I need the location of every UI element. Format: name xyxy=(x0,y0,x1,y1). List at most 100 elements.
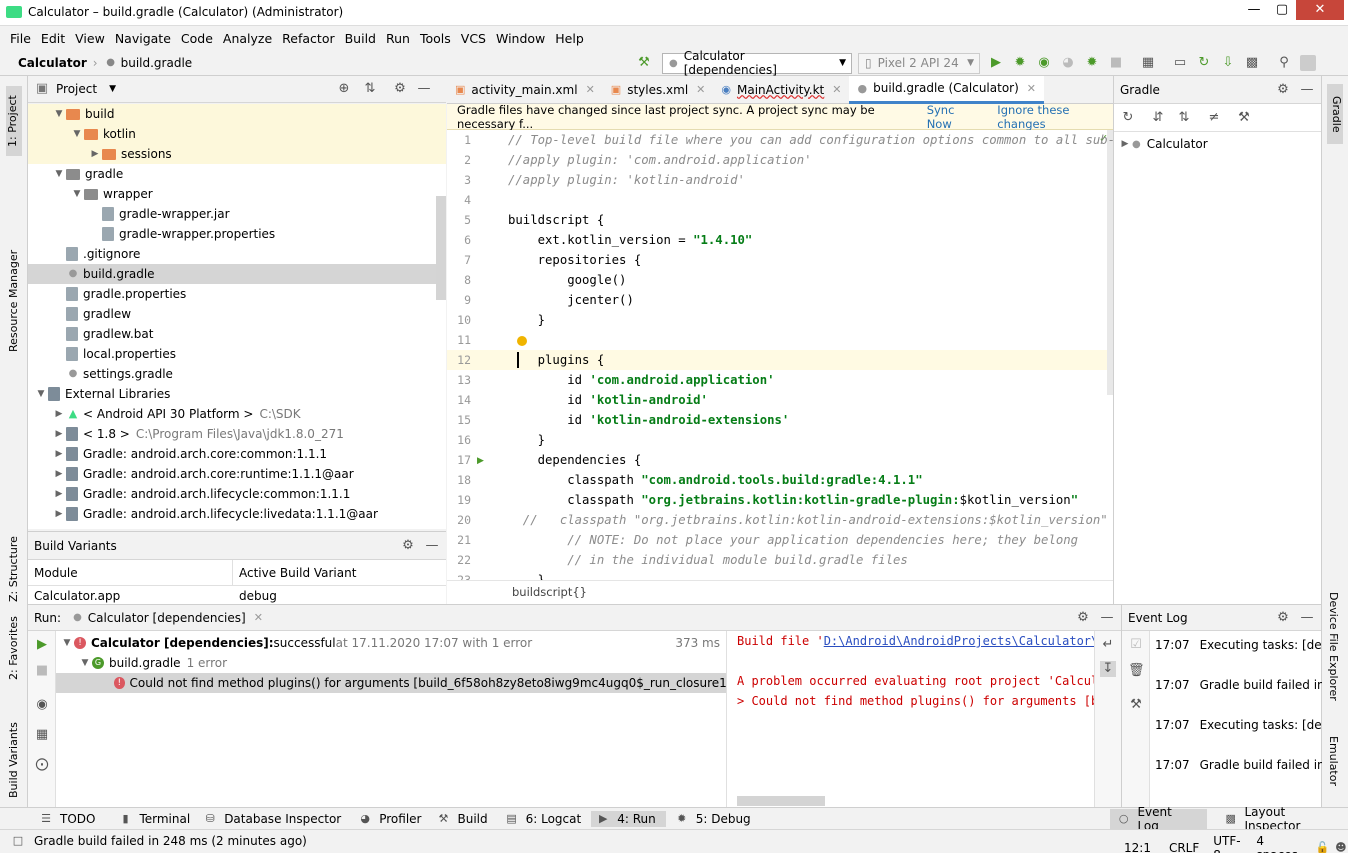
project-view-select[interactable]: Project xyxy=(56,82,97,96)
menu-refactor[interactable]: Refactor xyxy=(282,31,334,46)
expand-arrow-icon[interactable]: ▶ xyxy=(52,409,66,419)
hide-icon[interactable]: — xyxy=(1299,610,1315,626)
chevron-down-icon[interactable]: ▼ xyxy=(109,84,116,94)
maximize-icon[interactable]: ▢ xyxy=(1268,0,1296,20)
editor-tab[interactable]: ▣ activity_main.xml ✕ xyxy=(447,76,603,104)
trash-icon[interactable]: 🗑 xyxy=(1128,663,1145,679)
tree-item[interactable]: ● settings.gradle xyxy=(28,364,446,384)
tool-todo[interactable]: TODO xyxy=(60,812,95,826)
column-header-variant[interactable]: Active Build Variant xyxy=(233,566,356,580)
hide-icon[interactable]: — xyxy=(424,538,440,554)
tree-item[interactable]: ● build.gradle xyxy=(28,264,446,284)
tool-window-emulator[interactable]: Emulator xyxy=(1327,736,1340,796)
caret-position[interactable]: 12:1 xyxy=(1124,841,1151,853)
tool-window-build-variants[interactable]: Build Variants xyxy=(7,708,20,798)
wrench-icon[interactable]: ⚒ xyxy=(1128,697,1144,713)
gear-icon[interactable]: ⚙ xyxy=(392,81,408,97)
console-output[interactable]: Build file 'D:\Android\AndroidProjects\C… xyxy=(726,631,1094,808)
stop-icon[interactable]: ■ xyxy=(1108,55,1124,71)
indent-setting[interactable]: 4 spaces xyxy=(1256,834,1303,853)
run-tree-root[interactable]: ▼ ! Calculator [dependencies]: successfu… xyxy=(56,633,726,653)
tree-item[interactable]: ▶ < 1.8 > C:\Program Files\Java\jdk1.8.0_2… xyxy=(28,424,446,444)
coverage-icon[interactable]: ◉ xyxy=(1036,55,1052,71)
close-tab-icon[interactable]: ✕ xyxy=(832,83,841,96)
inspector-icon[interactable]: ☻ xyxy=(1334,840,1348,853)
line-separator[interactable]: CRLF xyxy=(1169,841,1199,853)
profile-icon[interactable]: ◕ xyxy=(1060,55,1076,71)
tool-window-gradle[interactable]: Gradle xyxy=(1327,84,1343,144)
minimize-icon[interactable]: — xyxy=(1240,0,1268,20)
hide-icon[interactable]: — xyxy=(416,81,432,97)
gear-icon[interactable]: ⚙ xyxy=(1075,610,1091,626)
breadcrumb-project[interactable]: Calculator xyxy=(18,56,87,70)
menu-view[interactable]: View xyxy=(75,31,105,46)
tree-item[interactable]: ▶ sessions xyxy=(28,144,446,164)
gear-icon[interactable]: ⚙ xyxy=(400,538,416,554)
menu-file[interactable]: File xyxy=(10,31,31,46)
lightbulb-icon[interactable] xyxy=(517,336,527,346)
avatar[interactable] xyxy=(1300,55,1316,71)
close-tab-icon[interactable]: ✕ xyxy=(254,611,263,624)
console-file-link[interactable]: D:\Android\AndroidProjects\Calculator\b xyxy=(824,634,1094,648)
editor-tab[interactable]: ◉ MainActivity.kt ✕ xyxy=(713,76,849,104)
close-icon[interactable]: ✕ xyxy=(1296,0,1344,20)
tree-item[interactable]: gradlew xyxy=(28,304,446,324)
tree-scrollbar[interactable] xyxy=(436,196,446,300)
hide-icon[interactable]: — xyxy=(1099,610,1115,626)
tree-item[interactable]: ▼ wrapper xyxy=(28,184,446,204)
close-tab-icon[interactable]: ✕ xyxy=(1027,82,1036,95)
debug-icon[interactable]: ✹ xyxy=(1012,55,1028,71)
collapse-arrow-icon[interactable]: ▼ xyxy=(70,129,84,139)
tool-run[interactable]: 4: Run xyxy=(617,812,656,826)
column-header-module[interactable]: Module xyxy=(28,559,233,586)
tree-item[interactable]: ▶ Gradle: android.arch.lifecycle:common:1… xyxy=(28,484,446,504)
gear-icon[interactable]: ⚙ xyxy=(1275,610,1291,626)
menu-vcs[interactable]: VCS xyxy=(461,31,486,46)
tree-item[interactable]: local.properties xyxy=(28,344,446,364)
editor-breadcrumb[interactable]: buildscript{} xyxy=(512,585,587,599)
expand-arrow-icon[interactable]: ▶ xyxy=(52,469,66,479)
menu-edit[interactable]: Edit xyxy=(41,31,65,46)
run-config-select[interactable]: ● Calculator [dependencies] ▼ xyxy=(662,49,852,77)
expand-all-icon[interactable]: ⇵ xyxy=(1150,110,1166,126)
tool-window-resource-manager[interactable]: Resource Manager xyxy=(7,250,20,352)
tool-logcat[interactable]: 6: Logcat xyxy=(526,812,582,826)
status-message[interactable]: Gradle build failed in 248 ms (2 minutes… xyxy=(34,834,307,848)
stop-icon[interactable]: ■ xyxy=(34,663,50,679)
sync-icon[interactable]: ↻ xyxy=(1196,55,1212,71)
ignore-changes-link[interactable]: Ignore these changes xyxy=(997,103,1113,131)
search-icon[interactable]: ⚲ xyxy=(1276,55,1292,71)
tool-window-device-file-explorer[interactable]: Device File Explorer xyxy=(1327,592,1340,722)
menu-tools[interactable]: Tools xyxy=(420,31,451,46)
gradle-root-node[interactable]: Calculator xyxy=(1147,137,1208,151)
tree-item[interactable]: ▶ ▲ < Android API 30 Platform > C:\SDK xyxy=(28,404,446,424)
run-icon[interactable]: ▶ xyxy=(988,55,1004,71)
tool-terminal[interactable]: Terminal xyxy=(139,812,190,826)
run-tab[interactable]: Calculator [dependencies] xyxy=(88,611,246,625)
breadcrumb-file[interactable]: build.gradle xyxy=(121,56,193,70)
wrench-icon[interactable]: ⚒ xyxy=(1236,110,1252,126)
tree-item[interactable]: gradle-wrapper.jar xyxy=(28,204,446,224)
collapse-arrow-icon[interactable]: ▼ xyxy=(70,189,84,199)
event-log-entry[interactable]: 17:07 Gradle build failed in 248 xyxy=(1155,755,1322,775)
device-select[interactable]: ▯ Pixel 2 API 24 ▼ xyxy=(858,52,980,74)
tree-item[interactable]: ▼ gradle xyxy=(28,164,446,184)
status-window-icon[interactable]: □ xyxy=(10,833,26,849)
code-editor[interactable]: ▶ ✓ 1// Top-level build file where you c… xyxy=(447,130,1113,580)
event-log-entry[interactable]: 17:07 Gradle build failed in 269 xyxy=(1155,675,1322,695)
locate-icon[interactable]: ⊕ xyxy=(336,81,352,97)
file-encoding[interactable]: UTF-8 xyxy=(1213,834,1244,853)
run-tree-error-row[interactable]: ! Could not find method plugins() for ar… xyxy=(56,673,726,693)
layout-inspector-icon[interactable]: ▩ xyxy=(1244,55,1260,71)
tree-item[interactable]: ▼ build xyxy=(28,104,446,124)
editor-tab[interactable]: ● build.gradle (Calculator) ✕ xyxy=(849,75,1044,104)
soft-wrap-icon[interactable]: ↵ xyxy=(1100,637,1116,653)
console-scrollbar[interactable] xyxy=(737,796,825,806)
eye-icon[interactable]: ◉ xyxy=(34,697,50,713)
tool-run-active[interactable]: ▶ 4: Run xyxy=(591,811,666,827)
expand-arrow-icon[interactable]: ▶ xyxy=(52,509,66,519)
event-log-entry[interactable]: 17:07 Executing tasks: [depend xyxy=(1155,635,1322,655)
menu-build[interactable]: Build xyxy=(345,31,376,46)
tree-item[interactable]: gradle-wrapper.properties xyxy=(28,224,446,244)
variant-cell[interactable]: debug xyxy=(233,589,277,603)
